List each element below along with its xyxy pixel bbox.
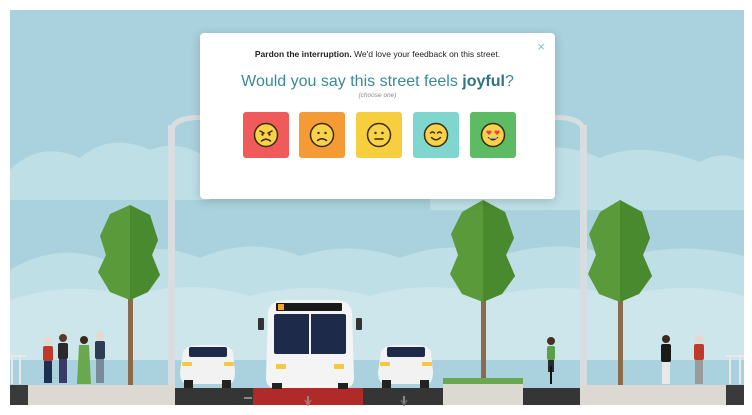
heart-eyes-face-icon — [480, 122, 506, 148]
intro-bold-text: Pardon the interruption. — [254, 49, 352, 59]
intro-text: We'd love your feedback on this street. — [351, 49, 501, 59]
bike-lane — [523, 388, 580, 405]
choice-sad-button[interactable] — [299, 112, 345, 158]
choice-smile-button[interactable] — [413, 112, 459, 158]
neutral-face-icon — [366, 122, 392, 148]
lane-left — [175, 388, 253, 405]
popup-intro: Pardon the interruption. We'd love your … — [200, 49, 555, 59]
bus — [258, 300, 362, 389]
choice-angry-button[interactable] — [243, 112, 289, 158]
car-right — [378, 345, 433, 388]
choose-one-hint: (choose one) — [358, 92, 397, 99]
median — [443, 382, 523, 405]
question-text: Would you say this street feels — [241, 73, 463, 90]
choice-neutral-button[interactable] — [356, 112, 402, 158]
choice-love-button[interactable] — [470, 112, 516, 158]
emoji-choices — [243, 112, 516, 158]
question-keyword: joyful — [462, 73, 505, 90]
feedback-popup: × Pardon the interruption. We'd love you… — [200, 33, 555, 199]
question-mark: ? — [504, 73, 514, 90]
sidewalk-left — [10, 385, 175, 405]
survey-question: Would you say this street feels joyful? — [200, 73, 555, 91]
angry-face-icon — [253, 122, 279, 148]
sidewalk-right — [580, 385, 726, 405]
car-left — [180, 345, 235, 388]
smiling-face-icon — [423, 122, 449, 148]
sad-face-icon — [309, 122, 335, 148]
